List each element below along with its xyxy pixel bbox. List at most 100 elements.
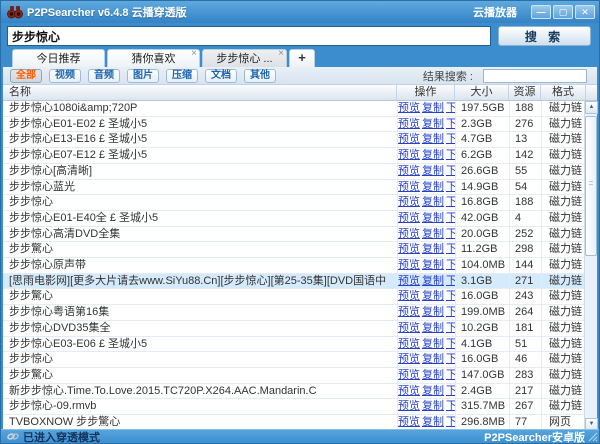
maximize-button[interactable]: ▢	[553, 5, 573, 19]
copy-link[interactable]: 复制	[422, 275, 444, 287]
preview-link[interactable]: 预览	[398, 385, 420, 397]
preview-link[interactable]: 预览	[398, 416, 420, 428]
preview-link[interactable]: 预览	[398, 228, 420, 240]
column-header-format[interactable]: 格式	[541, 85, 586, 100]
table-row[interactable]: 步步惊心蓝光预览复制下载14.9GB54磁力链	[3, 180, 586, 196]
table-row[interactable]: 步步惊心[高清晰]预览复制下载26.6GB55磁力链	[3, 164, 586, 180]
cloud-player-button[interactable]: 云播放器	[473, 4, 517, 20]
download-link[interactable]: 下载	[446, 212, 455, 224]
copy-link[interactable]: 复制	[422, 196, 444, 208]
table-row[interactable]: 新步步惊心.Time.To.Love.2015.TC720P.X264.AAC.…	[3, 384, 586, 400]
filter-button-5[interactable]: 压缩	[166, 69, 198, 83]
download-link[interactable]: 下载	[446, 196, 455, 208]
column-header-resources[interactable]: 资源	[509, 85, 541, 100]
download-link[interactable]: 下载	[446, 149, 455, 161]
table-row[interactable]: 步步惊心E07-E12 £ 圣城小5预览复制下载6.2GB142磁力链	[3, 148, 586, 164]
table-row[interactable]: 步步驚心预览复制下载147.0GB283磁力链	[3, 368, 586, 384]
result-search-input[interactable]	[483, 69, 587, 83]
preview-link[interactable]: 预览	[398, 181, 420, 193]
copy-link[interactable]: 复制	[422, 400, 444, 412]
table-row[interactable]: 步步惊心粤语第16集预览复制下载199.0MB264磁力链	[3, 305, 586, 321]
preview-link[interactable]: 预览	[398, 212, 420, 224]
table-row[interactable]: 步步惊心E03-E06 £ 圣城小5预览复制下载4.1GB51磁力链	[3, 337, 586, 353]
download-link[interactable]: 下载	[446, 400, 455, 412]
download-link[interactable]: 下载	[446, 416, 455, 428]
column-header-action[interactable]: 操作	[397, 85, 455, 100]
scroll-up-icon[interactable]: ▲	[585, 101, 598, 114]
copy-link[interactable]: 复制	[422, 322, 444, 334]
table-row[interactable]: 步步惊心预览复制下载16.8GB188磁力链	[3, 195, 586, 211]
resize-grip[interactable]	[588, 432, 598, 442]
preview-link[interactable]: 预览	[398, 306, 420, 318]
copy-link[interactable]: 复制	[422, 118, 444, 130]
copy-link[interactable]: 复制	[422, 228, 444, 240]
close-button[interactable]: ✕	[575, 5, 595, 19]
copy-link[interactable]: 复制	[422, 369, 444, 381]
preview-link[interactable]: 预览	[398, 338, 420, 350]
table-row[interactable]: 步步惊心E13-E16 £ 圣城小5预览复制下载4.7GB13磁力链	[3, 132, 586, 148]
download-link[interactable]: 下载	[446, 243, 455, 255]
new-tab-button[interactable]: +	[289, 49, 315, 67]
copy-link[interactable]: 复制	[422, 290, 444, 302]
preview-link[interactable]: 预览	[398, 290, 420, 302]
copy-link[interactable]: 复制	[422, 243, 444, 255]
download-link[interactable]: 下载	[446, 228, 455, 240]
copy-link[interactable]: 复制	[422, 353, 444, 365]
table-row[interactable]: 步步惊心1080i&amp;720P预览复制下载197.5GB188磁力链	[3, 101, 586, 117]
copy-link[interactable]: 复制	[422, 416, 444, 428]
table-row[interactable]: 步步惊心-09.rmvb预览复制下载315.7MB267磁力链	[3, 399, 586, 415]
column-header-name[interactable]: 名称	[3, 85, 397, 100]
copy-link[interactable]: 复制	[422, 181, 444, 193]
search-input[interactable]	[7, 26, 491, 46]
table-row[interactable]: 步步惊心原声带预览复制下载104.0MB144磁力链	[3, 258, 586, 274]
table-row[interactable]: 步步驚心预览复制下载16.0GB243磁力链	[3, 289, 586, 305]
download-link[interactable]: 下载	[446, 118, 455, 130]
table-row[interactable]: 步步惊心E01-E40全 £ 圣城小5预览复制下载42.0GB4磁力链	[3, 211, 586, 227]
download-link[interactable]: 下载	[446, 385, 455, 397]
download-link[interactable]: 下载	[446, 353, 455, 365]
column-header-size[interactable]: 大小	[455, 85, 509, 100]
filter-button-4[interactable]: 图片	[127, 69, 159, 83]
copy-link[interactable]: 复制	[422, 306, 444, 318]
preview-link[interactable]: 预览	[398, 243, 420, 255]
preview-link[interactable]: 预览	[398, 259, 420, 271]
preview-link[interactable]: 预览	[398, 149, 420, 161]
filter-button-7[interactable]: 其他	[244, 69, 276, 83]
table-row[interactable]: [思雨电影网][更多大片请去www.SiYu88.Cn][步步惊心][第25-3…	[3, 274, 586, 290]
copy-link[interactable]: 复制	[422, 385, 444, 397]
table-row[interactable]: 步步惊心预览复制下载16.0GB46磁力链	[3, 352, 586, 368]
preview-link[interactable]: 预览	[398, 369, 420, 381]
download-link[interactable]: 下载	[446, 275, 455, 287]
copy-link[interactable]: 复制	[422, 102, 444, 114]
preview-link[interactable]: 预览	[398, 133, 420, 145]
preview-link[interactable]: 预览	[398, 353, 420, 365]
download-link[interactable]: 下载	[446, 306, 455, 318]
preview-link[interactable]: 预览	[398, 102, 420, 114]
scrollbar-thumb[interactable]	[585, 116, 597, 256]
download-link[interactable]: 下载	[446, 102, 455, 114]
download-link[interactable]: 下载	[446, 369, 455, 381]
copy-link[interactable]: 复制	[422, 338, 444, 350]
tab-close-icon[interactable]: ×	[278, 49, 284, 59]
table-row[interactable]: 步步惊心E01-E02 £ 圣城小5预览复制下载2.3GB276磁力链	[3, 117, 586, 133]
download-link[interactable]: 下载	[446, 259, 455, 271]
copy-link[interactable]: 复制	[422, 133, 444, 145]
preview-link[interactable]: 预览	[398, 118, 420, 130]
preview-link[interactable]: 预览	[398, 275, 420, 287]
tab-close-icon[interactable]: ×	[191, 49, 197, 59]
download-link[interactable]: 下载	[446, 181, 455, 193]
tab-1[interactable]: 今日推荐	[12, 49, 105, 67]
download-link[interactable]: 下载	[446, 338, 455, 350]
copy-link[interactable]: 复制	[422, 149, 444, 161]
filter-button-3[interactable]: 音频	[88, 69, 120, 83]
tab-2[interactable]: 猜你喜欢×	[107, 49, 200, 67]
filter-button-6[interactable]: 文档	[205, 69, 237, 83]
filter-button-2[interactable]: 视频	[49, 69, 81, 83]
preview-link[interactable]: 预览	[398, 322, 420, 334]
android-version-link[interactable]: P2PSearcher安卓版	[484, 429, 599, 444]
download-link[interactable]: 下载	[446, 322, 455, 334]
preview-link[interactable]: 预览	[398, 196, 420, 208]
vertical-scrollbar[interactable]: ▲ ▼	[584, 101, 597, 431]
download-link[interactable]: 下载	[446, 165, 455, 177]
table-row[interactable]: 步步惊心高清DVD全集预览复制下载20.0GB252磁力链	[3, 227, 586, 243]
